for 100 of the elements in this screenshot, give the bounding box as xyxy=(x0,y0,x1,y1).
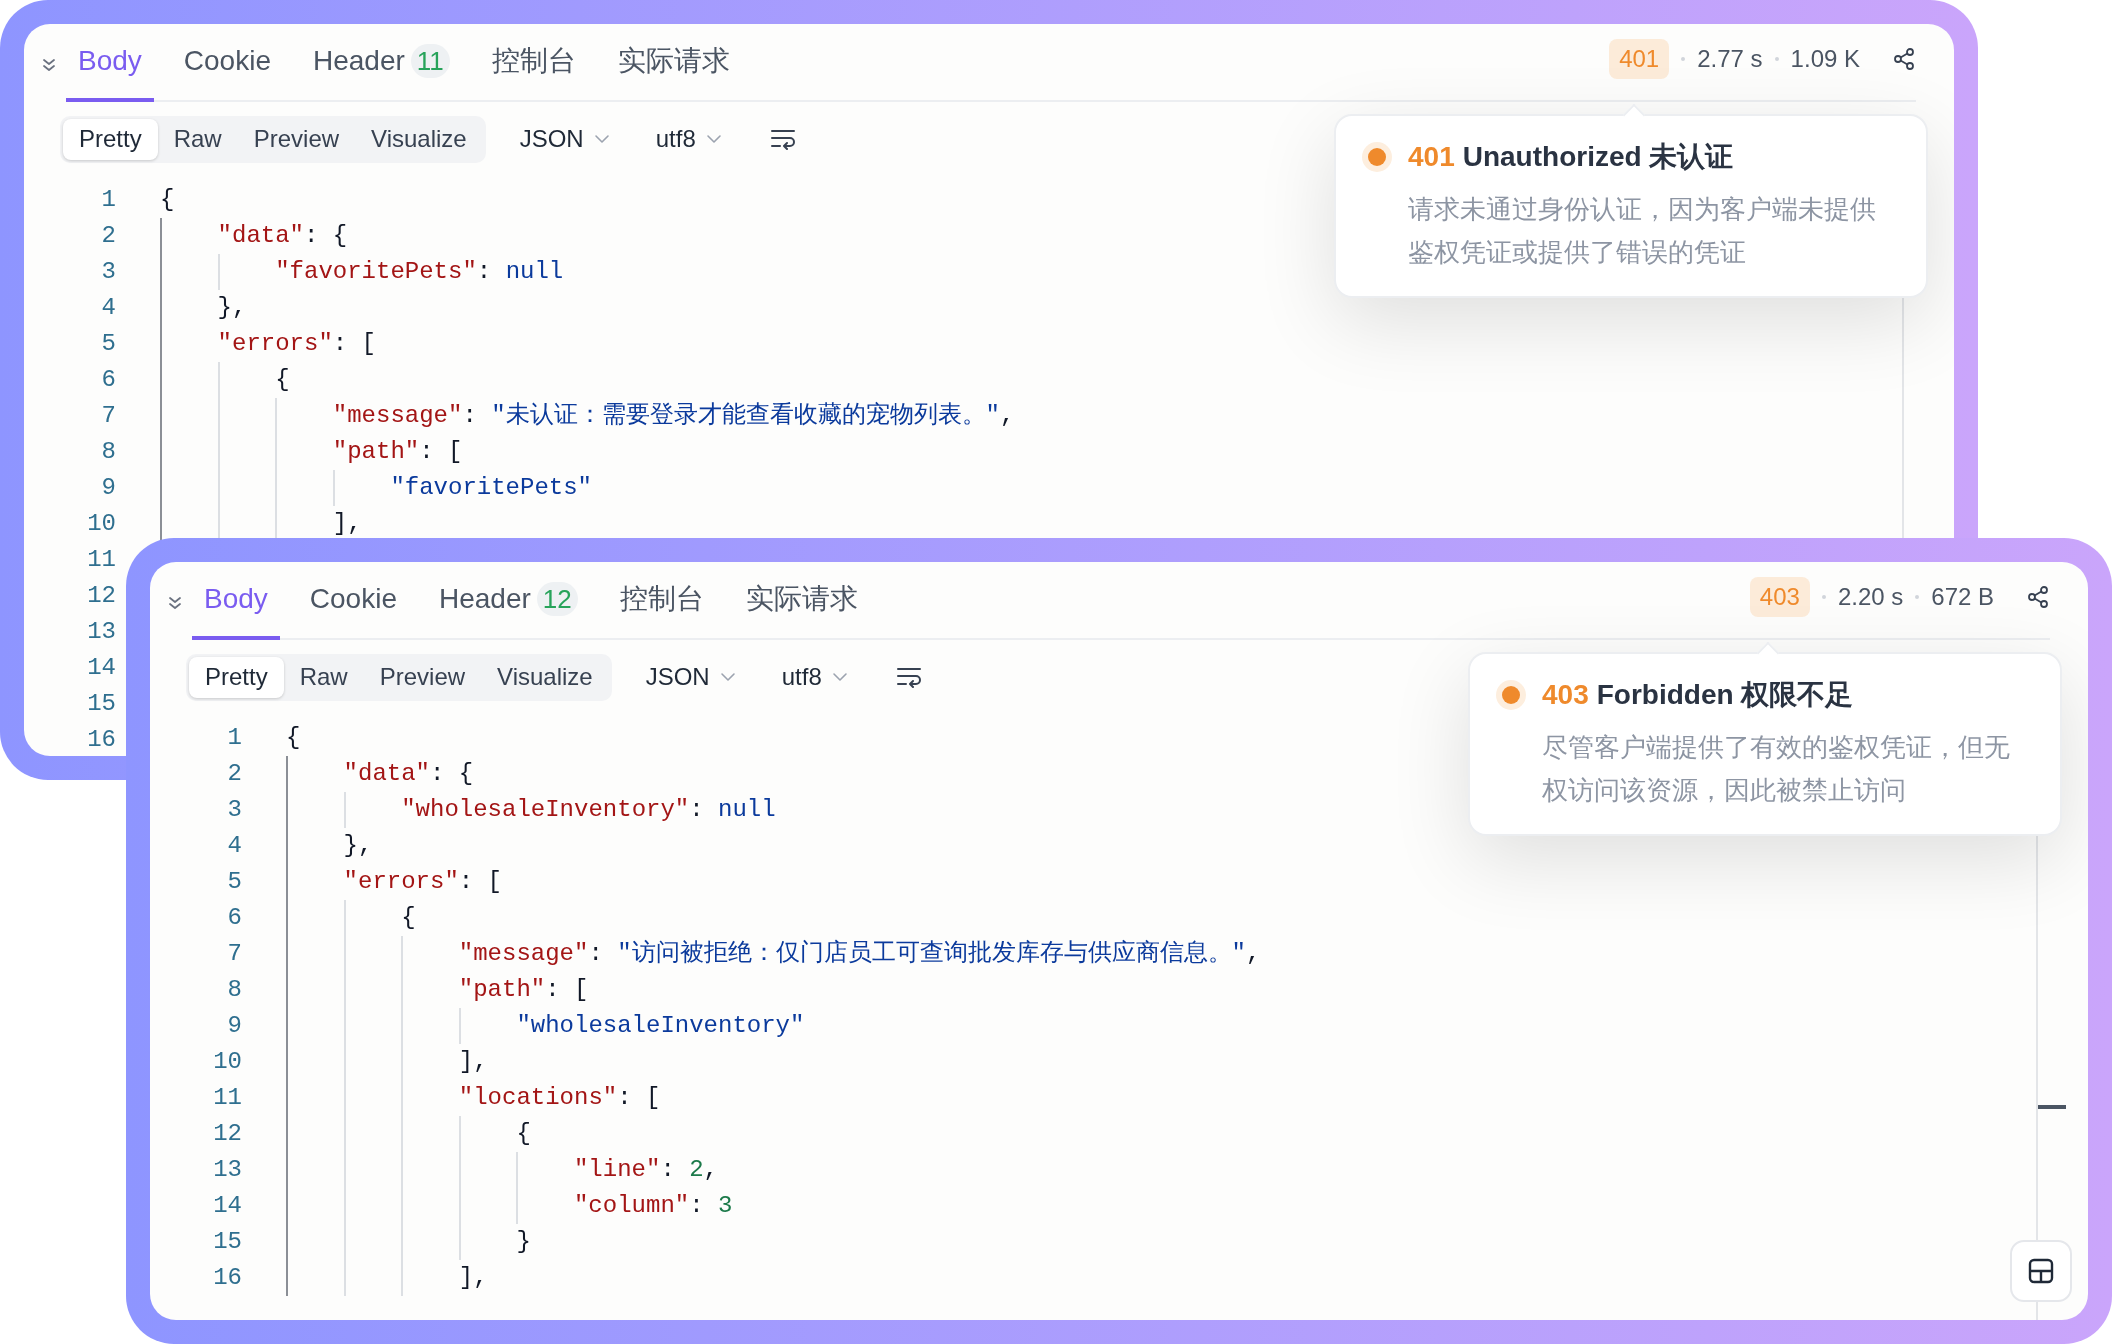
json-key: "data" xyxy=(217,218,304,254)
line-number: 7 xyxy=(226,939,242,969)
tab[interactable]: Body xyxy=(192,562,280,640)
line-number: 9 xyxy=(226,1011,242,1041)
json-punctuation: { xyxy=(286,723,301,753)
json-key: "line" xyxy=(573,1152,661,1188)
encoding-dropdown[interactable]: utf8 xyxy=(643,121,734,157)
format-dropdown[interactable]: JSON xyxy=(515,121,614,157)
tab-label: Body xyxy=(204,582,268,616)
response-size: 672 B xyxy=(1931,582,1994,612)
json-key: "wholesaleInventory" xyxy=(401,792,690,828)
tab[interactable]: Body xyxy=(66,24,154,102)
json-punctuation: : xyxy=(660,1155,676,1185)
line-number: 2 xyxy=(100,221,116,251)
json-punctuation: : xyxy=(588,939,604,969)
tab-label: Header xyxy=(313,44,405,78)
json-punctuation: ], xyxy=(458,1263,488,1293)
line-number: 13 xyxy=(86,617,116,647)
tab[interactable]: 实际请求 xyxy=(605,24,742,102)
status-title: Unauthorized 未认证 xyxy=(1462,140,1734,174)
format-dropdown[interactable]: JSON xyxy=(641,659,740,695)
json-key: "favoritePets" xyxy=(275,254,477,290)
format-label: JSON xyxy=(645,662,710,692)
json-null: null xyxy=(505,257,564,287)
view-mode-option[interactable]: Visualize xyxy=(481,656,609,698)
json-key: "locations" xyxy=(458,1080,618,1116)
line-number: 16 xyxy=(212,1263,242,1293)
line-number: 3 xyxy=(100,257,116,287)
json-number: 2 xyxy=(689,1155,704,1185)
tab[interactable]: Header 12 xyxy=(427,562,590,640)
json-punctuation: , xyxy=(703,1155,718,1185)
response-size: 1.09 K xyxy=(1790,44,1860,74)
line-number: 2 xyxy=(226,759,242,789)
status-description: 尽管客户端提供了有效的鉴权凭证，但无权访问该资源，因此被禁止访问 xyxy=(1541,731,2011,807)
line-number: 1 xyxy=(226,723,242,753)
json-key: "data" xyxy=(343,756,430,792)
line-number: 11 xyxy=(212,1083,242,1113)
json-key: "errors" xyxy=(343,864,459,900)
tab[interactable]: 控制台 xyxy=(607,562,716,640)
encoding-label: utf8 xyxy=(655,124,696,154)
scrollbar-thumb[interactable] xyxy=(2038,1105,2066,1109)
json-string: "favoritePets" xyxy=(390,473,592,503)
status-description: 请求未通过身份认证，因为客户端未提供鉴权凭证或提供了错误的凭证 xyxy=(1407,193,1877,269)
wrap-lines-icon[interactable] xyxy=(769,128,796,150)
status-code: 403 xyxy=(1542,678,1589,712)
json-null: null xyxy=(718,795,776,825)
collapse-icon[interactable] xyxy=(166,594,184,612)
tab[interactable]: 控制台 xyxy=(479,24,588,102)
view-mode-option[interactable]: Pretty xyxy=(189,656,284,698)
tab-label: 控制台 xyxy=(491,44,576,78)
json-punctuation: : [ xyxy=(617,1083,661,1113)
json-punctuation: : xyxy=(689,1191,705,1221)
status-code: 401 xyxy=(1408,140,1455,174)
line-number: 12 xyxy=(212,1119,242,1149)
tab[interactable]: Cookie xyxy=(171,24,283,102)
view-mode-option[interactable]: Pretty xyxy=(63,118,158,160)
line-number: 16 xyxy=(86,725,116,755)
view-mode-option[interactable]: Raw xyxy=(283,656,364,698)
share-icon[interactable] xyxy=(1892,47,1916,71)
json-punctuation: } xyxy=(516,1227,531,1257)
view-mode-option[interactable]: Visualize xyxy=(355,118,483,160)
wrap-lines-icon[interactable] xyxy=(895,666,922,688)
tab-label: 实际请求 xyxy=(617,44,730,78)
tab-label: 实际请求 xyxy=(745,582,858,616)
layout-button[interactable] xyxy=(2010,1240,2072,1302)
line-number: 8 xyxy=(226,975,242,1005)
json-punctuation: ], xyxy=(458,1047,488,1077)
encoding-dropdown[interactable]: utf8 xyxy=(769,659,860,695)
line-number: 14 xyxy=(86,653,116,683)
json-string: "访问被拒绝：仅门店员工可查询批发库存与供应商信息。" xyxy=(617,939,1247,969)
line-number: 5 xyxy=(226,867,242,897)
json-punctuation: : { xyxy=(430,759,474,789)
tab[interactable]: 实际请求 xyxy=(733,562,870,640)
tab[interactable]: Cookie xyxy=(297,562,409,640)
tab[interactable]: Header 11 xyxy=(301,24,462,102)
view-mode-option[interactable]: Preview xyxy=(237,118,356,160)
status-title: Forbidden 权限不足 xyxy=(1596,678,1854,712)
line-number: 7 xyxy=(100,401,116,431)
view-mode-option[interactable]: Raw xyxy=(157,118,238,160)
json-punctuation: { xyxy=(160,185,175,215)
line-number: 14 xyxy=(212,1191,242,1221)
json-key: "message" xyxy=(458,936,589,972)
count-badge: 11 xyxy=(410,44,450,78)
line-number: 6 xyxy=(100,365,116,395)
json-number: 3 xyxy=(718,1191,733,1221)
line-number: 13 xyxy=(212,1155,242,1185)
view-mode-option[interactable]: Preview xyxy=(363,656,482,698)
json-key: "errors" xyxy=(217,326,333,362)
json-punctuation: : [ xyxy=(332,329,377,359)
encoding-label: utf8 xyxy=(781,662,822,692)
json-punctuation: { xyxy=(275,365,290,395)
caret-icon xyxy=(705,134,722,144)
share-icon[interactable] xyxy=(2026,585,2050,609)
line-number: 15 xyxy=(212,1227,242,1257)
json-key: "message" xyxy=(332,398,463,434)
json-key: "path" xyxy=(458,972,546,1008)
caret-icon xyxy=(593,134,610,144)
json-key: "path" xyxy=(332,434,420,470)
line-number: 15 xyxy=(86,689,116,719)
collapse-icon[interactable] xyxy=(40,56,58,74)
